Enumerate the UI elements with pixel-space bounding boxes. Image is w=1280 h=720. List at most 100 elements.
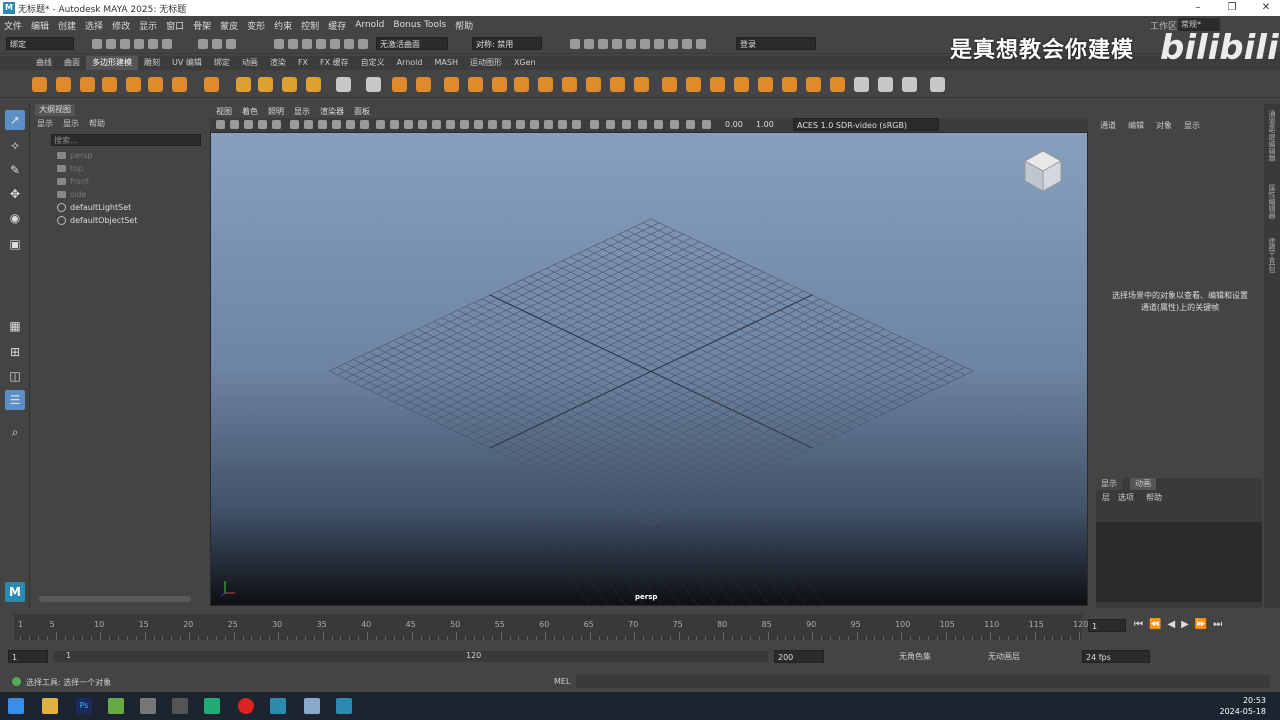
record-icon[interactable]: [238, 698, 254, 714]
shelf-tab[interactable]: 多边形建模: [86, 56, 138, 70]
shelf-tool-icon[interactable]: [634, 77, 649, 92]
layer-menu-options[interactable]: 选项: [1118, 492, 1134, 503]
outliner-item-top[interactable]: top: [57, 163, 83, 175]
viewport-menu-item[interactable]: 照明: [268, 106, 284, 117]
far-clip-value[interactable]: 1.00: [756, 120, 774, 129]
menu-item[interactable]: 变形: [247, 19, 265, 32]
shelf-tool-icon[interactable]: [444, 77, 459, 92]
layer-tab-display[interactable]: 显示: [1096, 478, 1122, 490]
viewport-tool-icon[interactable]: [654, 120, 663, 129]
layout-two-icon[interactable]: ◫: [5, 366, 25, 386]
toolbar-icon[interactable]: [612, 39, 622, 49]
viewport-tool-icon[interactable]: [304, 120, 313, 129]
menu-set-dropdown[interactable]: 绑定: [6, 37, 74, 50]
toolbar-icon[interactable]: [668, 39, 678, 49]
scale-tool-icon[interactable]: ▣: [5, 234, 25, 254]
viewport-tool-icon[interactable]: [376, 120, 385, 129]
toolbar-icon[interactable]: [134, 39, 144, 49]
rotate-tool-icon[interactable]: ◉: [5, 208, 25, 228]
magnify-icon[interactable]: ⌕: [5, 422, 25, 442]
shelf-tool-icon[interactable]: [468, 77, 483, 92]
shelf-tool-icon[interactable]: [204, 77, 219, 92]
shelf-tool-icon[interactable]: [610, 77, 625, 92]
toolbar-icon[interactable]: [570, 39, 580, 49]
toolbar-icon[interactable]: [226, 39, 236, 49]
photoshop-icon[interactable]: Ps: [76, 698, 92, 714]
time-slider-bar[interactable]: 1 5 10 15 20 25 30 35 40 45 50 55 60 65 70 75 80 85 90 95 10…: [14, 614, 1088, 640]
shelf-tool-icon[interactable]: [902, 77, 917, 92]
outliner-scrollbar[interactable]: [39, 596, 191, 602]
maya-taskbar-icon[interactable]: [270, 698, 286, 714]
layer-menu-help[interactable]: 帮助: [1146, 492, 1162, 503]
viewport-tool-icon[interactable]: [686, 120, 695, 129]
shelf-tab[interactable]: MASH: [428, 56, 463, 70]
shelf-tool-icon[interactable]: [306, 77, 321, 92]
toolbar-icon[interactable]: [148, 39, 158, 49]
viewport-menu-item[interactable]: 渲染器: [320, 106, 344, 117]
shelf-tool-icon[interactable]: [854, 77, 869, 92]
shelf-tool-icon[interactable]: [782, 77, 797, 92]
channel-box-menu-item[interactable]: 显示: [1184, 121, 1200, 130]
start-frame-field[interactable]: 1: [8, 650, 48, 663]
viewport-tool-icon[interactable]: [530, 120, 539, 129]
paint-select-icon[interactable]: ✎: [5, 160, 25, 180]
layout-single-icon[interactable]: ▦: [5, 316, 25, 336]
shelf-tool-icon[interactable]: [80, 77, 95, 92]
shelf-tab[interactable]: 自定义: [355, 56, 391, 70]
select-tool-icon[interactable]: ➚: [5, 110, 25, 130]
near-clip-value[interactable]: 0.00: [725, 120, 743, 129]
live-surface-field[interactable]: 无激活曲面: [376, 37, 448, 50]
side-tab-modeling-toolkit[interactable]: 建模工具包: [1267, 238, 1277, 273]
shelf-tab[interactable]: 渲染: [264, 56, 292, 70]
viewport-menu-item[interactable]: 面板: [354, 106, 370, 117]
outliner-menu-show[interactable]: 显示: [63, 118, 79, 129]
toolbar-icon[interactable]: [162, 39, 172, 49]
perspective-viewport[interactable]: persp: [210, 132, 1088, 606]
windows-start-icon[interactable]: [8, 698, 24, 714]
shelf-tab[interactable]: XGen: [508, 56, 542, 70]
layer-tab-anim[interactable]: 动画: [1130, 478, 1156, 490]
mel-label[interactable]: MEL: [554, 677, 570, 686]
outliner-tab[interactable]: 大纲视图: [35, 104, 75, 116]
layer-list[interactable]: [1096, 522, 1262, 602]
toolbar-icon[interactable]: [120, 39, 130, 49]
shelf-tab[interactable]: 雕刻: [138, 56, 166, 70]
lasso-tool-icon[interactable]: ✧: [5, 136, 25, 156]
shelf-tool-icon[interactable]: [366, 77, 381, 92]
system-clock[interactable]: 20:53 2024-05-18: [1220, 695, 1267, 717]
shelf-tool-icon[interactable]: [710, 77, 725, 92]
toolbar-icon[interactable]: [92, 39, 102, 49]
menu-item[interactable]: 帮助: [455, 19, 473, 32]
toolbar-icon[interactable]: [330, 39, 340, 49]
menu-item[interactable]: Bonus Tools: [393, 20, 446, 30]
viewport-tool-icon[interactable]: [332, 120, 341, 129]
fps-dropdown[interactable]: 24 fps: [1082, 650, 1150, 663]
shelf-tool-icon[interactable]: [416, 77, 431, 92]
menu-item[interactable]: 创建: [58, 19, 76, 32]
shelf-tool-icon[interactable]: [806, 77, 821, 92]
shelf-tool-icon[interactable]: [32, 77, 47, 92]
shelf-tab[interactable]: 曲面: [58, 56, 86, 70]
shelf-tab[interactable]: 动画: [236, 56, 264, 70]
range-slider-bar[interactable]: 1 120: [54, 651, 768, 662]
color-space-dropdown[interactable]: ACES 1.0 SDR-video (sRGB): [793, 118, 939, 131]
viewport-tool-icon[interactable]: [670, 120, 679, 129]
viewport-tool-icon[interactable]: [474, 120, 483, 129]
outliner-item-defaultobjectset[interactable]: defaultObjectSet: [57, 215, 137, 227]
close-button[interactable]: ✕: [1254, 0, 1278, 16]
shelf-tab[interactable]: 运动图形: [464, 56, 508, 70]
toolbar-icon[interactable]: [598, 39, 608, 49]
menu-item[interactable]: 约束: [274, 19, 292, 32]
menu-item[interactable]: 编辑: [31, 19, 49, 32]
shelf-tool-icon[interactable]: [236, 77, 251, 92]
viewport-tool-icon[interactable]: [432, 120, 441, 129]
menu-item[interactable]: 修改: [112, 19, 130, 32]
channel-box-menu-item[interactable]: 通道: [1100, 121, 1116, 130]
viewport-tool-icon[interactable]: [390, 120, 399, 129]
shelf-tool-icon[interactable]: [258, 77, 273, 92]
viewport-tool-icon[interactable]: [290, 120, 299, 129]
shelf-tab[interactable]: 绑定: [208, 56, 236, 70]
anim-layer-dropdown[interactable]: 无动画层: [988, 651, 1020, 662]
app-icon[interactable]: [304, 698, 320, 714]
toolbar-icon[interactable]: [640, 39, 650, 49]
